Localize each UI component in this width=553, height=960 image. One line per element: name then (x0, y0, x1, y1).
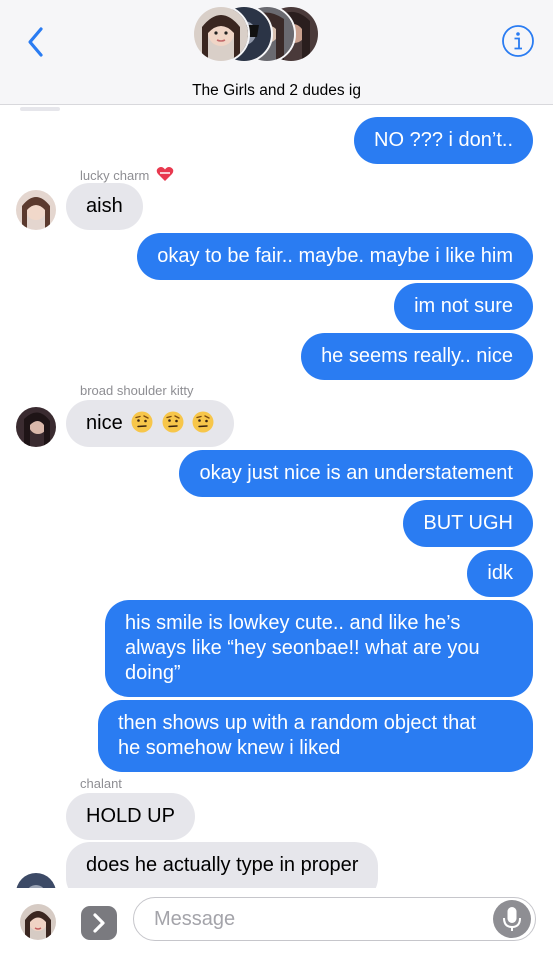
info-button[interactable] (501, 24, 535, 58)
my-avatar[interactable] (20, 904, 56, 940)
scrolled-message-remnant (20, 107, 60, 111)
group-avatars[interactable] (192, 5, 322, 63)
sent-message[interactable]: NO ??? i don’t.. (354, 117, 533, 164)
raised-eyebrow-face-icon (162, 411, 184, 433)
avatar[interactable] (16, 407, 56, 447)
received-message[interactable]: aish (66, 183, 143, 230)
heart-icon (156, 167, 174, 181)
group-avatar-1 (192, 5, 250, 63)
received-message[interactable]: HOLD UP (66, 793, 195, 840)
received-message[interactable]: nice (66, 400, 235, 447)
sent-message[interactable]: his smile is lowkey cute.. and like he’s… (105, 600, 533, 697)
back-button[interactable] (18, 24, 54, 60)
message-input[interactable] (133, 897, 536, 941)
message-composer (0, 888, 553, 960)
received-message[interactable]: does he actually type in proper (66, 842, 379, 888)
chevron-right-icon (93, 913, 105, 933)
avatar[interactable] (16, 873, 56, 888)
chevron-left-icon (28, 27, 43, 57)
sender-name: chalant (80, 776, 122, 791)
sent-message[interactable]: okay just nice is an understatement (179, 450, 533, 497)
sent-message[interactable]: im not sure (394, 283, 533, 330)
sender-name: lucky charm (80, 166, 174, 183)
sent-message[interactable]: idk (467, 550, 533, 597)
sent-message[interactable]: BUT UGH (403, 500, 533, 547)
mic-icon (503, 907, 521, 931)
info-icon (502, 25, 534, 57)
raised-eyebrow-face-icon (131, 411, 153, 433)
message-list[interactable]: NO ??? i don’t.. lucky charm aish okay t… (0, 105, 553, 888)
avatar[interactable] (16, 190, 56, 230)
sender-name: broad shoulder kitty (80, 383, 194, 398)
raised-eyebrow-face-icon (192, 411, 214, 433)
sent-message[interactable]: then shows up with a random object that … (98, 700, 533, 772)
conversation-title[interactable]: The Girls and 2 dudes ig (0, 82, 553, 100)
sent-message[interactable]: he seems really.. nice (301, 333, 533, 380)
dictation-button[interactable] (493, 900, 531, 938)
conversation-header: The Girls and 2 dudes ig (0, 0, 553, 105)
app-drawer-button[interactable] (81, 906, 117, 940)
sent-message[interactable]: okay to be fair.. maybe. maybe i like hi… (137, 233, 533, 280)
